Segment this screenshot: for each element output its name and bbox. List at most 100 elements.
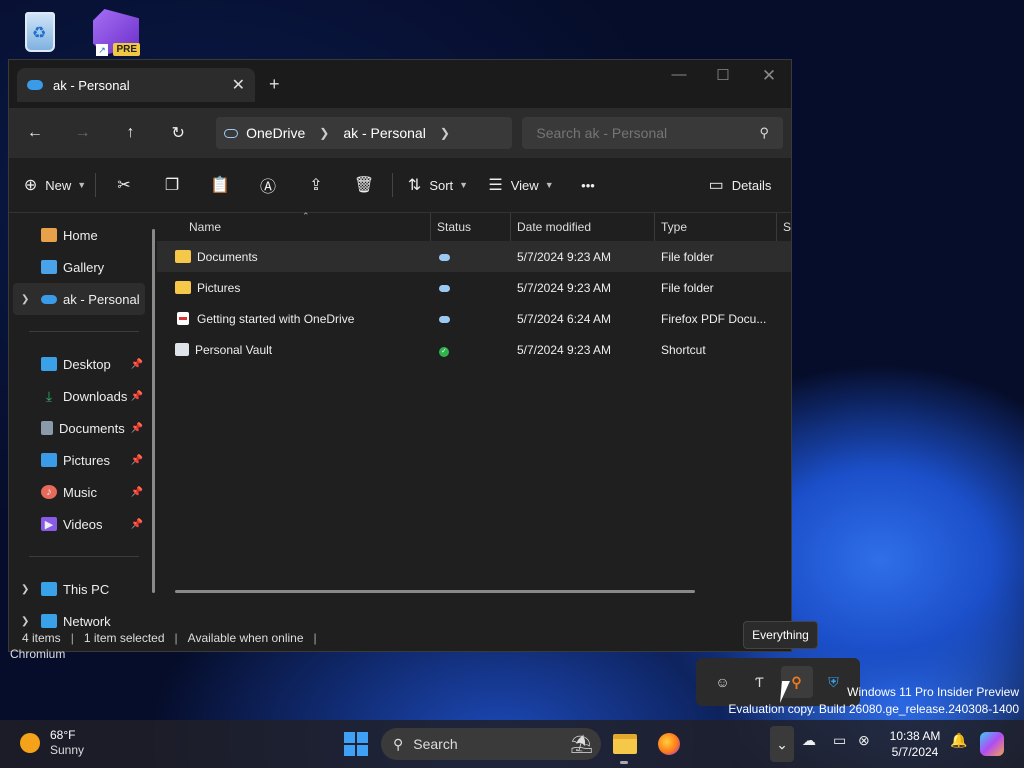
sidebar-scrollbar[interactable] (151, 229, 155, 593)
chevron-down-icon: ▼ (459, 180, 469, 190)
sidebar-item-downloads[interactable]: ⤓ Downloads 📌 (9, 380, 157, 412)
column-size[interactable]: S (777, 213, 791, 241)
chromium-desktop-label[interactable]: Chromium (10, 647, 65, 661)
sidebar-item-pictures[interactable]: Pictures 📌 (9, 444, 157, 476)
pin-icon[interactable]: 📌 (131, 455, 143, 466)
rename-button[interactable]: Ⓐ (244, 169, 292, 201)
recycle-bin-icon[interactable] (12, 6, 68, 58)
tab-ak-personal[interactable]: ak - Personal ✕ (17, 68, 255, 102)
new-button[interactable]: ⊕ New ▼ (19, 169, 91, 201)
sidebar-item-desktop[interactable]: Desktop 📌 (9, 348, 157, 380)
share-button[interactable]: ⇪ (292, 169, 340, 201)
title-bar[interactable]: ak - Personal ✕ + — ☐ ✕ (9, 60, 791, 108)
paste-button[interactable]: 📋 (196, 169, 244, 201)
network-volume-icon[interactable]: ⊗ (858, 732, 870, 749)
sidebar-item-home[interactable]: Home (9, 219, 157, 251)
onedrive-icon (27, 80, 43, 90)
sidebar-item-label: Gallery (63, 259, 105, 275)
pin-icon[interactable]: 📌 (131, 391, 143, 402)
sort-label: Sort (429, 177, 454, 193)
start-button[interactable] (344, 732, 368, 756)
shortcut-icon (174, 343, 189, 356)
taskbar-search[interactable]: ⚲ Search ⛱ (381, 728, 601, 760)
sidebar-item-network[interactable]: ❯ Network (9, 605, 157, 637)
onedrive-tray-icon[interactable]: ☁ (802, 732, 816, 749)
file-type: File folder (660, 249, 714, 264)
clock[interactable]: 10:38 AM 5/7/2024 (884, 728, 946, 760)
sidebar-item-music[interactable]: ♪ Music 📌 (9, 476, 157, 508)
clock-time: 10:38 AM (889, 729, 941, 743)
table-row[interactable]: Personal Vault ✓ 5/7/2024 9:23 AM Shortc… (157, 334, 791, 365)
file-explorer-taskbar-button[interactable] (609, 728, 641, 760)
watermark-build: Evaluation copy. Build 26080.ge_release.… (728, 702, 1019, 716)
active-app-indicator (620, 761, 628, 764)
chevron-right-icon[interactable]: ❯ (319, 126, 329, 140)
forward-button[interactable]: → (65, 118, 101, 148)
notification-bell-icon[interactable]: 🔔 (950, 732, 967, 749)
file-name: Personal Vault (194, 342, 273, 357)
expand-chevron-icon[interactable]: ❯ (21, 616, 29, 627)
sort-button[interactable]: ⇅ Sort ▼ (397, 169, 479, 201)
column-status[interactable]: Status (431, 213, 511, 241)
back-button[interactable]: ← (17, 118, 53, 148)
folder-icon (174, 281, 191, 294)
column-header: ⌃ Name Status Date modified Type S (157, 211, 791, 241)
display-icon[interactable]: ▭ (833, 732, 846, 749)
breadcrumb-onedrive[interactable]: OneDrive (246, 125, 305, 141)
horizontal-scrollbar[interactable] (174, 590, 695, 593)
column-name[interactable]: Name (157, 213, 431, 241)
navigation-pane: Home Gallery ❯ ak - Personal Desktop 📌 ⤓… (9, 213, 157, 629)
new-tab-button[interactable]: + (269, 74, 280, 95)
delete-button[interactable]: 🗑 (340, 169, 388, 201)
up-button[interactable]: ↑ (113, 118, 149, 148)
cut-icon: ✂ (117, 177, 131, 194)
table-row[interactable]: Getting started with OneDrive 5/7/2024 6… (157, 303, 791, 334)
expand-chevron-icon[interactable]: ❯ (21, 294, 29, 305)
close-window-button[interactable]: ✕ (749, 66, 789, 86)
tab-close-button[interactable]: ✕ (232, 75, 245, 95)
breadcrumb-ak-personal[interactable]: ak - Personal (343, 125, 425, 141)
weather-widget[interactable]: 68°F Sunny (20, 728, 84, 758)
tooltip: Everything (743, 621, 818, 649)
chevron-right-icon[interactable]: ❯ (440, 126, 450, 140)
divider (95, 173, 96, 197)
search-icon: ⚲ (393, 735, 404, 752)
copy-button[interactable]: ❐ (148, 169, 196, 201)
address-bar[interactable]: OneDrive ❯ ak - Personal ❯ (216, 117, 513, 149)
maximize-button[interactable]: ☐ (703, 66, 743, 84)
pictures-icon (41, 453, 57, 467)
cut-button[interactable]: ✂ (100, 169, 148, 201)
details-button[interactable]: ▭ Details (703, 169, 777, 201)
more-options-button[interactable]: ••• (563, 169, 613, 201)
weather-temperature: 68°F (50, 728, 76, 742)
sidebar-item-documents[interactable]: Documents 📌 (9, 412, 157, 444)
column-date-modified[interactable]: Date modified (511, 213, 655, 241)
pin-icon[interactable]: 📌 (131, 423, 143, 434)
sidebar-item-this-pc[interactable]: ❯ This PC (9, 573, 157, 605)
pin-icon[interactable]: 📌 (131, 359, 143, 370)
pin-icon[interactable]: 📌 (131, 519, 143, 530)
column-type[interactable]: Type (655, 213, 777, 241)
expand-chevron-icon[interactable]: ❯ (21, 584, 29, 595)
vs-preview-badge: PRE (113, 43, 140, 56)
minimize-button[interactable]: — (659, 66, 699, 83)
sidebar-item-videos[interactable]: ▶ Videos 📌 (9, 508, 157, 540)
sidebar-item-label: Videos (63, 516, 103, 532)
show-hidden-icons-button[interactable]: ⌃ (770, 726, 794, 762)
table-row[interactable]: Documents 5/7/2024 9:23 AM File folder (156, 241, 791, 272)
search-input[interactable] (536, 125, 760, 141)
table-row[interactable]: Pictures 5/7/2024 9:23 AM File folder (157, 272, 791, 303)
visual-studio-preview-icon[interactable]: ↗ PRE (88, 6, 144, 58)
sidebar-item-label: Pictures (63, 452, 110, 468)
divider (392, 173, 393, 197)
sidebar-item-ak-personal[interactable]: ❯ ak - Personal (13, 283, 145, 315)
sidebar-item-gallery[interactable]: Gallery (9, 251, 157, 283)
copilot-icon[interactable] (980, 732, 1004, 756)
gallery-icon (41, 260, 57, 274)
pin-icon[interactable]: 📌 (131, 487, 143, 498)
search-box[interactable]: ⚲ (522, 117, 783, 149)
refresh-button[interactable]: ↻ (160, 118, 196, 148)
date-modified: 5/7/2024 9:23 AM (516, 280, 612, 295)
view-button[interactable]: ☰ View ▼ (479, 169, 563, 201)
firefox-taskbar-button[interactable] (653, 728, 685, 760)
